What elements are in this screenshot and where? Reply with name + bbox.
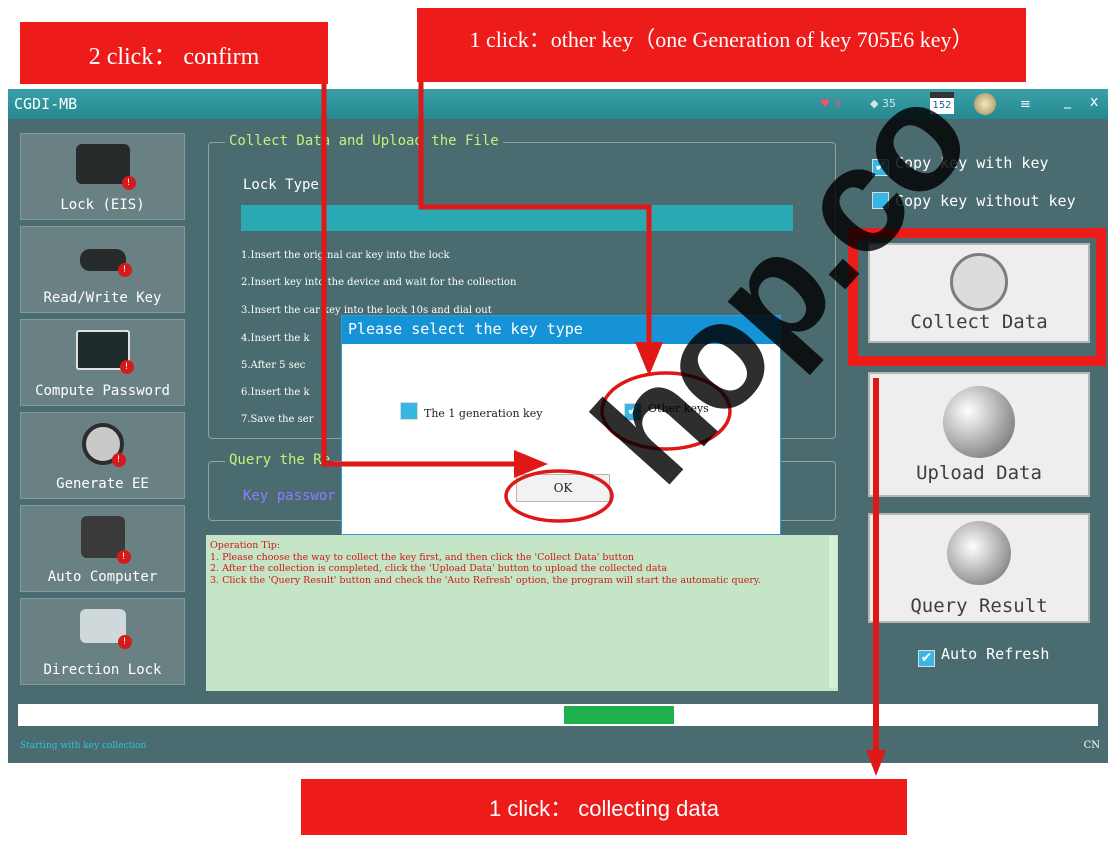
upload-data-label: Upload Data — [916, 462, 1042, 484]
tip-scrollbar[interactable] — [829, 536, 837, 688]
sidebar-item-lock-eis[interactable]: ! Lock (EIS) — [20, 133, 185, 220]
tip-title: Operation Tip: — [210, 540, 281, 551]
step-5: 5.After 5 sec — [241, 360, 306, 371]
sidebar-item-direction-lock[interactable]: ! Direction Lock — [20, 598, 185, 685]
auto-refresh-checkbox[interactable]: ✔ Auto Refresh — [918, 645, 1049, 667]
annotation-other-key: 1 click：other key（one Generation of key … — [417, 8, 1026, 82]
annotation-confirm: 2 click： confirm — [20, 22, 328, 84]
language-indicator[interactable]: CN — [1084, 740, 1100, 751]
option-1-generation-key[interactable]: The 1 generation key — [400, 402, 542, 420]
collect-data-label: Collect Data — [910, 311, 1048, 333]
annotation-collecting-data: 1 click： collecting data — [301, 779, 907, 835]
lock-icon: ! — [75, 144, 136, 190]
tip-item: 1. Please choose the way to collect the … — [210, 551, 635, 563]
sidebar-item-label: Direction Lock — [43, 662, 162, 678]
minimize-icon[interactable]: _ — [1064, 93, 1071, 109]
title-bar: CGDI-MB ♥ 3 ◆ 35 152 ≡ _ x — [8, 89, 1108, 119]
globe-icon — [943, 386, 1015, 458]
checkbox-empty-icon — [400, 402, 418, 420]
step-4: 4.Insert the k — [241, 333, 310, 344]
sidebar-item-read-write-key[interactable]: ! Read/Write Key — [20, 226, 185, 313]
steering-lock-icon: ! — [79, 609, 132, 649]
step-1: 1.Insert the original car key into the l… — [241, 250, 450, 261]
query-result-button[interactable]: Query Result — [868, 513, 1090, 623]
sidebar-item-label: Compute Password — [35, 383, 170, 399]
query-result-label: Query Result — [910, 595, 1048, 617]
option-1-label: The 1 generation key — [424, 407, 543, 420]
progress-fill — [564, 706, 674, 724]
medal-icon[interactable] — [974, 93, 996, 115]
sidebar-item-label: Auto Computer — [47, 569, 158, 585]
app-title: CGDI-MB — [14, 95, 78, 113]
lock-type-label: Lock Type: — [243, 177, 328, 193]
key-password-label: Key passwor — [243, 488, 336, 504]
sidebar-item-compute-password[interactable]: ! Compute Password — [20, 319, 185, 406]
sidebar-item-label: Lock (EIS) — [60, 197, 145, 213]
sidebar-item-auto-computer[interactable]: ! Auto Computer — [20, 505, 185, 592]
step-6: 6.Insert the k — [241, 387, 310, 398]
printer-icon: ! — [81, 423, 126, 467]
step-2: 2.Insert key into the device and wait fo… — [241, 277, 517, 288]
magnifier-globe-icon — [947, 521, 1011, 585]
upload-data-button[interactable]: Upload Data — [868, 372, 1090, 497]
query-group-legend: Query the Re — [225, 452, 335, 468]
ok-button[interactable]: OK — [516, 474, 610, 502]
collect-group-legend: Collect Data and Upload the File — [225, 133, 503, 149]
sidebar-item-label: Generate EE — [56, 476, 149, 492]
status-text: Starting with key collection — [20, 741, 147, 751]
sidebar-item-generate-ee[interactable]: ! Generate EE — [20, 412, 185, 499]
operation-tip-box[interactable]: Operation Tip: 1. Please choose the way … — [206, 535, 838, 691]
menu-icon[interactable]: ≡ — [1020, 97, 1031, 112]
usb-icon — [950, 253, 1008, 311]
key-icon: ! — [79, 249, 132, 277]
sidebar-item-label: Read/Write Key — [43, 290, 162, 306]
monitor-icon: ! — [75, 330, 134, 374]
progress-bar — [18, 704, 1098, 726]
lock-type-field — [241, 205, 793, 231]
chip-icon: ! — [80, 516, 131, 564]
tip-item: 3. Click the 'Query Result' button and c… — [210, 574, 761, 586]
auto-refresh-label: Auto Refresh — [941, 645, 1050, 663]
checkmark-icon: ✔ — [918, 650, 935, 667]
close-icon[interactable]: x — [1090, 94, 1098, 110]
step-7: 7.Save the ser — [241, 414, 314, 425]
tip-item: 2. After the collection is completed, cl… — [210, 563, 667, 574]
